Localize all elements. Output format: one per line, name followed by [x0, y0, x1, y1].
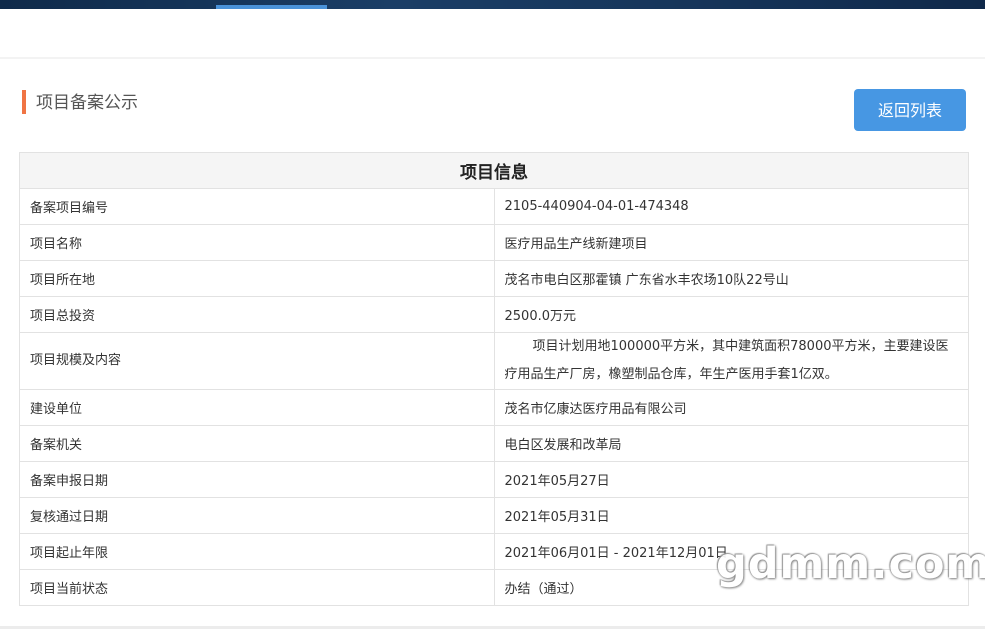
row-label: 项目所在地 — [19, 260, 495, 297]
project-info-table: 项目信息 备案项目编号 2105-440904-04-01-474348 项目名… — [19, 152, 969, 606]
row-value: 茂名市电白区那霍镇 广东省水丰农场10队22号山 — [493, 260, 969, 297]
table-row: 项目总投资 2500.0万元 — [19, 296, 969, 333]
row-value: 电白区发展和改革局 — [493, 425, 969, 462]
table-header: 项目信息 — [19, 152, 969, 189]
section-accent-bar — [22, 90, 26, 114]
row-label: 备案项目编号 — [19, 188, 495, 225]
row-label: 项目起止年限 — [19, 533, 495, 570]
table-row: 备案项目编号 2105-440904-04-01-474348 — [19, 188, 969, 225]
top-nav-bar — [0, 0, 985, 9]
row-label: 备案机关 — [19, 425, 495, 462]
row-label: 项目总投资 — [19, 296, 495, 333]
table-row: 备案申报日期 2021年05月27日 — [19, 461, 969, 498]
table-row: 项目所在地 茂名市电白区那霍镇 广东省水丰农场10队22号山 — [19, 260, 969, 297]
header-gap — [0, 9, 985, 57]
row-value: 2500.0万元 — [493, 296, 969, 333]
table-row: 项目名称 医疗用品生产线新建项目 — [19, 224, 969, 261]
site-watermark: gdmm.com — [716, 539, 985, 589]
row-label: 备案申报日期 — [19, 461, 495, 498]
row-value: 项目计划用地100000平方米，其中建筑面积78000平方米，主要建设医疗用品生… — [493, 332, 969, 390]
row-value: 茂名市亿康达医疗用品有限公司 — [493, 389, 969, 426]
row-label: 项目名称 — [19, 224, 495, 261]
table-row: 复核通过日期 2021年05月31日 — [19, 497, 969, 534]
table-row: 项目规模及内容 项目计划用地100000平方米，其中建筑面积78000平方米，主… — [19, 332, 969, 390]
back-to-list-button[interactable]: 返回列表 — [854, 89, 966, 131]
row-value: 医疗用品生产线新建项目 — [493, 224, 969, 261]
row-value: 2105-440904-04-01-474348 — [493, 188, 969, 225]
table-row: 备案机关 电白区发展和改革局 — [19, 425, 969, 462]
table-row: 建设单位 茂名市亿康达医疗用品有限公司 — [19, 389, 969, 426]
row-label: 复核通过日期 — [19, 497, 495, 534]
row-value: 2021年05月31日 — [493, 497, 969, 534]
section-title: 项目备案公示 — [36, 93, 138, 113]
row-label: 建设单位 — [19, 389, 495, 426]
row-label: 项目规模及内容 — [19, 332, 495, 390]
row-label: 项目当前状态 — [19, 569, 495, 606]
row-value: 2021年05月27日 — [493, 461, 969, 498]
table-header-row: 项目信息 — [19, 152, 969, 189]
